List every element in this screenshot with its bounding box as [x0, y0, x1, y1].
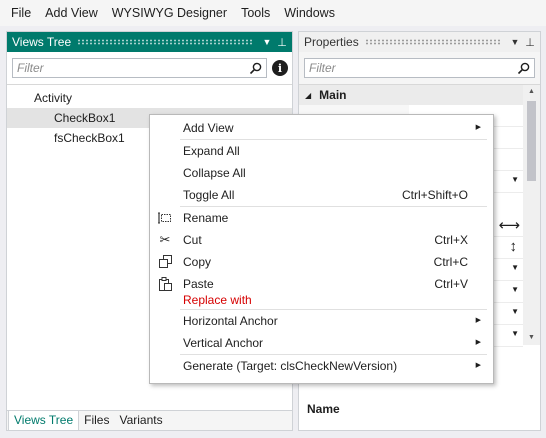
- dropdown-icon[interactable]: ▼: [261, 37, 273, 47]
- scroll-down-icon[interactable]: ▼: [523, 331, 540, 345]
- menu-item-generate[interactable]: Generate (Target: clsCheckNewVersion) ▶: [150, 355, 493, 377]
- search-icon[interactable]: [517, 62, 530, 75]
- properties-titlebar[interactable]: Properties ▼ ⊥: [299, 32, 540, 52]
- views-tree-search-row: i: [7, 52, 292, 78]
- submenu-arrow-icon: ▶: [475, 317, 481, 324]
- views-tree-search: [12, 58, 267, 78]
- property-group-label: Main: [319, 88, 347, 102]
- menu-wysiwyg-designer[interactable]: WYSIWYG Designer: [105, 0, 234, 26]
- menu-item-toggle-all[interactable]: Toggle All Ctrl+Shift+O: [150, 184, 493, 206]
- menu-item-label: Horizontal Anchor: [183, 314, 278, 328]
- rename-icon: [157, 207, 173, 231]
- menu-add-view[interactable]: Add View: [38, 0, 105, 26]
- menu-item-cut[interactable]: ✂ Cut Ctrl+X: [150, 229, 493, 251]
- views-tree-title: Views Tree: [12, 35, 72, 49]
- menu-bar: File Add View WYSIWYG Designer Tools Win…: [0, 0, 546, 26]
- submenu-arrow-icon: ▶: [475, 362, 481, 369]
- tab-variants[interactable]: Variants: [114, 411, 167, 430]
- horizontal-resize-icon[interactable]: ⟷: [498, 216, 520, 234]
- tab-files[interactable]: Files: [79, 411, 114, 430]
- scroll-up-icon[interactable]: ▲: [523, 85, 540, 99]
- pin-icon[interactable]: ⊥: [524, 36, 536, 49]
- menu-item-shortcut: Ctrl+C: [433, 255, 468, 269]
- menu-item-label: Vertical Anchor: [183, 336, 264, 350]
- menu-item-collapse-all[interactable]: Collapse All: [150, 162, 493, 184]
- menu-tools[interactable]: Tools: [234, 0, 277, 26]
- chevron-down-icon[interactable]: ▼: [511, 263, 519, 272]
- context-menu: Add View ▶ Expand All Collapse All Toggl…: [149, 114, 494, 384]
- submenu-arrow-icon: ▶: [475, 124, 481, 131]
- properties-search: [304, 58, 535, 78]
- menu-item-copy[interactable]: Copy Ctrl+C: [150, 251, 493, 273]
- search-icon[interactable]: [249, 62, 262, 75]
- menu-item-vertical-anchor[interactable]: Vertical Anchor ▶: [150, 332, 493, 354]
- copy-icon: [157, 251, 173, 275]
- pin-icon[interactable]: ⊥: [276, 36, 288, 49]
- menu-file[interactable]: File: [4, 0, 38, 26]
- scissors-icon: ✂: [159, 232, 171, 247]
- properties-title: Properties: [304, 35, 359, 49]
- submenu-arrow-icon: ▶: [475, 339, 481, 346]
- menu-item-label: Rename: [183, 211, 229, 225]
- views-tree-titlebar[interactable]: Views Tree ▼ ⊥: [7, 32, 292, 52]
- menu-item-label: Collapse All: [183, 166, 246, 180]
- menu-item-rename[interactable]: Rename: [150, 207, 493, 229]
- chevron-down-icon[interactable]: ▼: [511, 329, 519, 338]
- bottom-tabs: Views Tree Files Variants: [7, 410, 292, 431]
- menu-item-expand-all[interactable]: Expand All: [150, 140, 493, 162]
- menu-item-label: Expand All: [183, 144, 240, 158]
- properties-scrollbar[interactable]: ▲ ▼: [523, 85, 540, 345]
- info-icon[interactable]: i: [272, 60, 288, 76]
- collapse-triangle-icon[interactable]: ◢: [305, 91, 311, 100]
- vertical-resize-icon[interactable]: ↕: [510, 238, 518, 255]
- tree-item-activity[interactable]: Activity: [7, 88, 292, 108]
- menu-item-label: Paste: [183, 277, 214, 291]
- property-group-main[interactable]: ◢ Main: [299, 85, 523, 105]
- properties-filter-input[interactable]: [309, 61, 517, 75]
- views-tree-filter-input[interactable]: [17, 61, 249, 75]
- properties-search-row: [299, 52, 540, 78]
- dropdown-icon[interactable]: ▼: [509, 37, 521, 47]
- menu-item-label: Generate (Target: clsCheckNewVersion): [183, 359, 398, 373]
- menu-item-label: Add View: [183, 121, 234, 135]
- menu-item-shortcut: Ctrl+V: [434, 277, 468, 291]
- menu-item-label: Copy: [183, 255, 212, 269]
- chevron-down-icon[interactable]: ▼: [511, 175, 519, 184]
- chevron-down-icon[interactable]: ▼: [511, 307, 519, 316]
- menu-item-label: Toggle All: [183, 188, 235, 202]
- tab-views-tree[interactable]: Views Tree: [8, 410, 80, 431]
- menu-item-paste[interactable]: Paste Ctrl+V: [150, 273, 493, 295]
- menu-item-shortcut: Ctrl+Shift+O: [401, 188, 468, 202]
- menu-item-label: Cut: [183, 233, 202, 247]
- drag-grip[interactable]: [77, 39, 252, 45]
- scroll-thumb[interactable]: [527, 101, 536, 181]
- paste-replace-warning: Replace with: [183, 293, 252, 307]
- chevron-down-icon[interactable]: ▼: [511, 285, 519, 294]
- property-description-title: Name: [307, 402, 340, 416]
- menu-item-horizontal-anchor[interactable]: Horizontal Anchor ▶: [150, 310, 493, 332]
- menu-item-shortcut: Ctrl+X: [434, 233, 468, 247]
- menu-windows[interactable]: Windows: [277, 0, 342, 26]
- drag-grip[interactable]: [364, 39, 500, 45]
- paste-icon: [157, 273, 173, 298]
- menu-item-add-view[interactable]: Add View ▶: [150, 117, 493, 139]
